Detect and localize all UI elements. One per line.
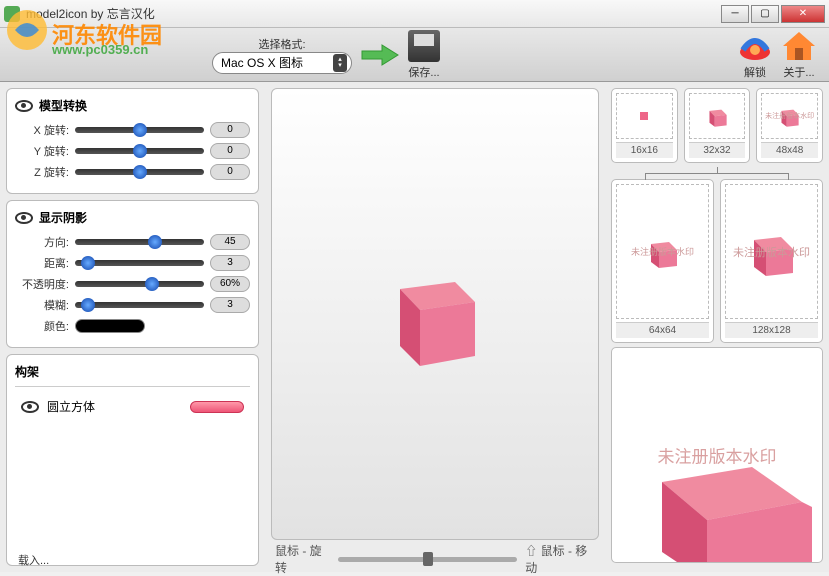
slider-value: 3 (210, 255, 250, 271)
large-watermark: 未注册版本水印 (658, 443, 777, 468)
slider[interactable] (75, 260, 204, 266)
slider-value: 0 (210, 122, 250, 138)
model-transform-panel: 模型转换 X 旋转: 0 Y 旋转: 0 Z 旋转: 0 (6, 88, 259, 194)
toolbar: 载入... 选择格式: Mac OS X 图标 保存... 解锁 关于... (0, 28, 829, 82)
slider-row: X 旋转: 0 (15, 122, 250, 138)
unlock-button[interactable]: 解锁 (737, 30, 773, 80)
format-select[interactable]: Mac OS X 图标 (212, 52, 352, 74)
slider[interactable] (75, 281, 204, 287)
color-swatch[interactable] (75, 319, 145, 333)
canvas[interactable] (271, 88, 599, 540)
slider-row: 距离: 3 (15, 255, 250, 271)
maximize-button[interactable]: ▢ (751, 5, 779, 23)
slider-value: 3 (210, 297, 250, 313)
window-title: model2icon by 忘言汉化 (26, 5, 719, 22)
preview-32[interactable]: 32x32 (684, 88, 751, 163)
load-button[interactable]: 载入... (18, 552, 49, 568)
save-button[interactable]: 保存... (408, 30, 440, 80)
shadow-panel: 显示阴影 方向: 45 距离: 3 不透明度: 60% 模糊: 3 颜色: (6, 200, 259, 348)
slider[interactable] (75, 148, 204, 154)
preview-128[interactable]: 未注册版本水印128x128 (720, 179, 823, 343)
preview-large[interactable]: 未注册版本水印 (611, 347, 823, 563)
minimize-button[interactable]: ─ (721, 5, 749, 23)
slider-row: Y 旋转: 0 (15, 143, 250, 159)
arrow-right-icon (360, 41, 400, 69)
phone-icon (737, 30, 773, 62)
titlebar: model2icon by 忘言汉化 ─ ▢ ✕ (0, 0, 829, 28)
save-icon (408, 30, 440, 62)
preview-48[interactable]: 未注册版本水印48x48 (756, 88, 823, 163)
slider-row: 不透明度: 60% (15, 276, 250, 292)
structure-item[interactable]: 圆立方体 (15, 395, 250, 418)
cube-model[interactable] (375, 254, 495, 374)
slider[interactable] (75, 302, 204, 308)
structure-color-pill[interactable] (190, 401, 244, 413)
move-hint: ⇧ 鼠标 - 移动 (525, 542, 595, 576)
slider-value: 0 (210, 143, 250, 159)
slider-value: 45 (210, 234, 250, 250)
preview-16[interactable]: 16x16 (611, 88, 678, 163)
slider-value: 60% (210, 276, 250, 292)
about-button[interactable]: 关于... (781, 30, 817, 80)
preview-64[interactable]: 未注册版本水印64x64 (611, 179, 714, 343)
sidebar: 模型转换 X 旋转: 0 Y 旋转: 0 Z 旋转: 0 显示阴影 方向: 45… (0, 82, 265, 572)
close-button[interactable]: ✕ (781, 5, 825, 23)
slider-row: 模糊: 3 (15, 297, 250, 313)
bottom-slider[interactable] (338, 557, 517, 562)
slider[interactable] (75, 239, 204, 245)
eye-icon[interactable] (15, 100, 33, 112)
previews-column: 16x16 32x32 未注册版本水印48x48 未注册版本水印64x64 未注… (605, 82, 829, 572)
slider[interactable] (75, 169, 204, 175)
eye-icon[interactable] (21, 401, 39, 413)
structure-panel: 构架 圆立方体 (6, 354, 259, 566)
connector-lines (611, 167, 823, 179)
rotate-hint: 鼠标 - 旋转 (275, 542, 330, 576)
slider-value: 0 (210, 164, 250, 180)
canvas-column: 鼠标 - 旋转 ⇧ 鼠标 - 移动 (265, 82, 605, 572)
house-icon (781, 30, 817, 62)
eye-icon[interactable] (15, 212, 33, 224)
slider[interactable] (75, 127, 204, 133)
app-icon (4, 6, 20, 22)
format-label: 选择格式: (258, 36, 305, 52)
slider-row: Z 旋转: 0 (15, 164, 250, 180)
select-arrows-icon (333, 54, 347, 72)
bottom-bar: 鼠标 - 旋转 ⇧ 鼠标 - 移动 (265, 546, 605, 572)
slider-row: 方向: 45 (15, 234, 250, 250)
